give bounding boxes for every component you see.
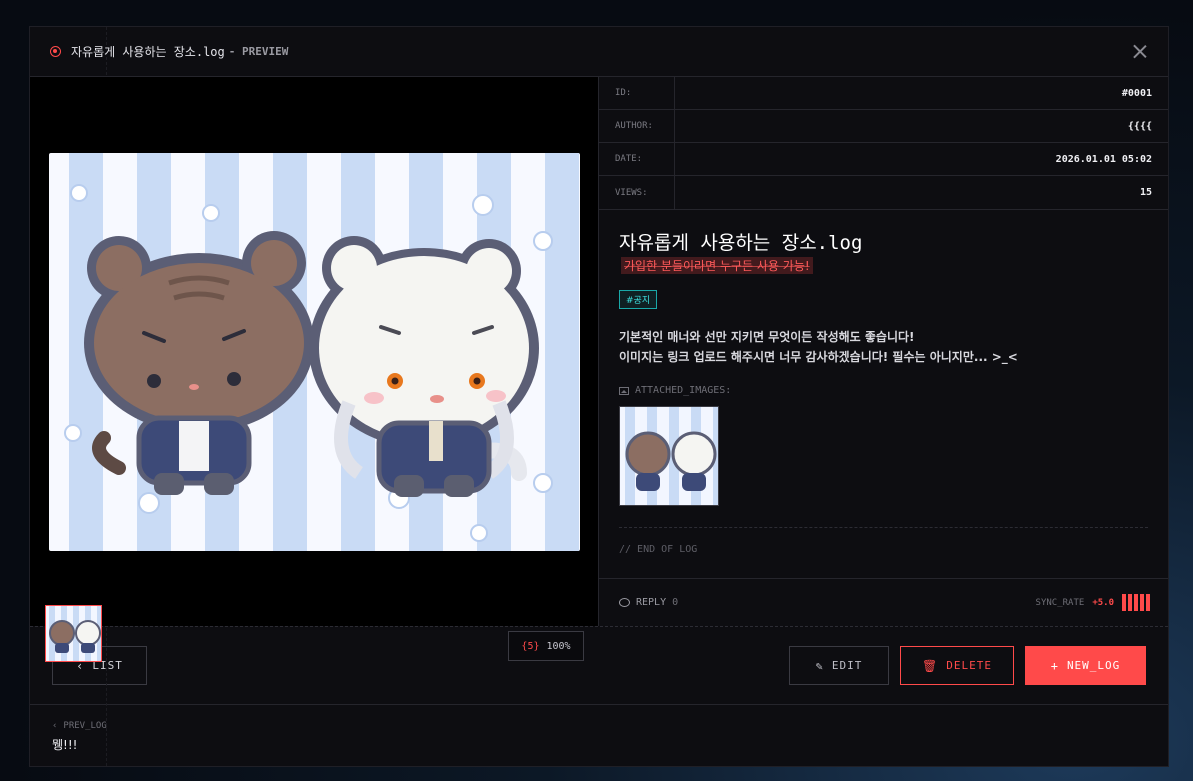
meta-row-date: DATE: 2026.01.01 05:02: [599, 143, 1168, 176]
modal-title: 자유롭게 사용하는 장소.log: [71, 45, 225, 59]
reply-count: 0: [672, 597, 679, 608]
chevron-left-icon: ‹: [52, 721, 58, 731]
meta-row-author: AUTHOR: {{{{: [599, 110, 1168, 143]
modal-title-suffix: - PREVIEW: [228, 45, 289, 58]
edit-button-label: EDIT: [831, 659, 863, 672]
chat-icon: [619, 598, 630, 607]
reply-label: REPLY: [636, 597, 667, 608]
pencil-icon: ✎: [815, 658, 824, 673]
image-viewer: {5} 100%: [30, 77, 599, 662]
meta-key: VIEWS:: [599, 176, 675, 209]
post-title: 자유롭게 사용하는 장소.log: [619, 232, 863, 254]
prev-log-label: ‹ PREV_LOG: [52, 721, 1146, 731]
main-preview-image[interactable]: [49, 153, 580, 551]
post-body-line: 이미지는 링크 업로드 해주시면 너무 감사하겠습니다! 필수는 아니지만...…: [619, 350, 1018, 364]
sync-rate-value: +5.0: [1092, 597, 1114, 608]
sync-rate-label: SYNC_RATE: [1035, 597, 1085, 608]
modal-body: {5} 100% ID: #0001 AUTHOR: {{{{ DATE: 20…: [30, 77, 1168, 662]
prev-log-label-text: PREV_LOG: [63, 721, 107, 731]
attached-label-text: ATTACHED_IMAGES:: [635, 385, 732, 396]
meta-value: {{{{: [1127, 120, 1152, 132]
meta-row-views: VIEWS: 15: [599, 176, 1168, 209]
prev-log-link[interactable]: ‹ PREV_LOG 뮁!!!: [30, 705, 1168, 769]
meta-key: AUTHOR:: [599, 110, 675, 142]
meta-value: 15: [1139, 187, 1152, 198]
post-body: 기본적인 매너와 선만 지키면 무엇이든 작성해도 좋습니다! 이미지는 링크 …: [619, 327, 1148, 367]
trash-icon: 🗑: [922, 658, 939, 673]
post-tag[interactable]: #공지: [619, 290, 658, 309]
meta-table: ID: #0001 AUTHOR: {{{{ DATE: 2026.01.01 …: [599, 77, 1168, 210]
image-count: {5}: [521, 640, 540, 652]
reply-bar: REPLY 0 SYNC_RATE +5.0: [599, 578, 1168, 626]
meta-row-id: ID: #0001: [599, 77, 1168, 110]
attached-images-label: ATTACHED_IMAGES:: [619, 385, 1148, 396]
plus-icon: +: [1050, 658, 1059, 673]
attached-image-thumbnail[interactable]: [619, 406, 719, 506]
close-icon[interactable]: [1130, 41, 1150, 61]
end-of-log: // END OF LOG: [619, 527, 1148, 555]
reply-button[interactable]: REPLY 0: [619, 597, 678, 608]
post-body-line: 기본적인 매너와 선만 지키면 무엇이든 작성해도 좋습니다!: [619, 330, 915, 344]
new-log-button[interactable]: + NEW_LOG: [1025, 646, 1146, 685]
edit-button[interactable]: ✎ EDIT: [789, 646, 889, 685]
image-icon: [619, 386, 629, 395]
post-content: 자유롭게 사용하는 장소.log 가입한 분들이라면 누구든 사용 가능! #공…: [599, 210, 1168, 578]
zoom-level: 100%: [546, 640, 571, 652]
meta-key: ID:: [599, 77, 675, 109]
meta-key: DATE:: [599, 143, 675, 175]
delete-button[interactable]: 🗑 DELETE: [900, 646, 1014, 685]
meta-value: #0001: [1121, 87, 1152, 99]
modal-titlebar: 자유롭게 사용하는 장소.log - PREVIEW: [30, 27, 1168, 77]
record-icon: [50, 46, 61, 57]
sync-rate-bars: [1122, 594, 1150, 611]
post-subtitle: 가입한 분들이라면 누구든 사용 가능!: [621, 257, 813, 274]
prev-log-title: 뮁!!!: [52, 738, 78, 752]
delete-button-label: DELETE: [946, 659, 992, 672]
details-pane: ID: #0001 AUTHOR: {{{{ DATE: 2026.01.01 …: [599, 77, 1168, 626]
action-bar: ‹ LIST ✎ EDIT 🗑 DELETE + NEW_LOG: [30, 627, 1168, 705]
meta-value: 2026.01.01 05:02: [1055, 153, 1152, 165]
image-thumbnail[interactable]: [45, 605, 102, 662]
zoom-indicator: {5} 100%: [508, 631, 584, 661]
new-log-button-label: NEW_LOG: [1066, 659, 1121, 672]
log-preview-modal: 자유롭게 사용하는 장소.log - PREVIEW {5} 100% ID: …: [29, 26, 1169, 767]
sync-rate: SYNC_RATE +5.0: [1036, 594, 1150, 611]
